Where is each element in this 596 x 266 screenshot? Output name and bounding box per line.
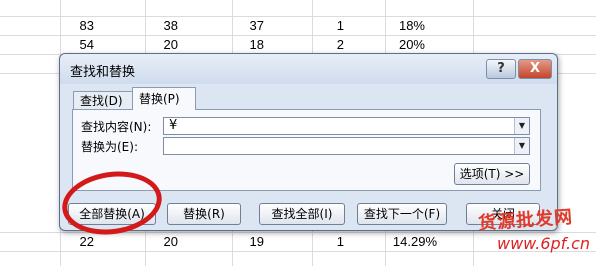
cell[interactable]: 83: [62, 16, 94, 35]
tab-find[interactable]: 查找(D): [73, 91, 133, 110]
sheet-row: 83 38 37 1 18%: [0, 16, 596, 35]
cell[interactable]: 54: [62, 35, 94, 54]
sheet-row: 54 20 18 2 20%: [0, 35, 596, 54]
watermark-url: www.6pf.cn: [497, 234, 591, 253]
cell[interactable]: 1: [314, 232, 344, 251]
tab-replace[interactable]: 替换(P): [132, 87, 196, 110]
dialog-titlebar[interactable]: 查找和替换 ? X: [60, 54, 557, 84]
cell[interactable]: 20%: [387, 35, 425, 54]
chevron-down-icon[interactable]: ▼: [514, 118, 529, 134]
find-label: 查找内容(N):: [81, 120, 152, 134]
help-button[interactable]: ?: [486, 59, 516, 79]
find-input-value: ¥: [169, 118, 178, 133]
cell[interactable]: 2: [314, 35, 344, 54]
cell[interactable]: 18: [234, 35, 264, 54]
find-next-button[interactable]: 查找下一个(F): [357, 203, 447, 225]
cell[interactable]: 18%: [387, 16, 425, 35]
cell[interactable]: 19: [234, 232, 264, 251]
cell[interactable]: 14.29%: [387, 232, 437, 251]
replace-input[interactable]: ▼: [163, 137, 530, 155]
options-button[interactable]: 选项(T) >>: [454, 163, 530, 185]
close-icon[interactable]: X: [518, 59, 552, 79]
find-all-button[interactable]: 查找全部(I): [259, 203, 345, 225]
cell[interactable]: 37: [234, 16, 264, 35]
replace-label: 替换为(E):: [81, 140, 138, 154]
chevron-down-icon[interactable]: ▼: [514, 138, 529, 154]
dialog-title: 查找和替换: [70, 65, 136, 80]
cell[interactable]: 1: [314, 16, 344, 35]
cell[interactable]: 22: [62, 232, 94, 251]
cell[interactable]: 20: [148, 232, 178, 251]
replace-button[interactable]: 替换(R): [167, 203, 241, 225]
cell[interactable]: 20: [148, 35, 178, 54]
cell[interactable]: 38: [148, 16, 178, 35]
find-input[interactable]: ¥ ▼: [163, 117, 530, 135]
